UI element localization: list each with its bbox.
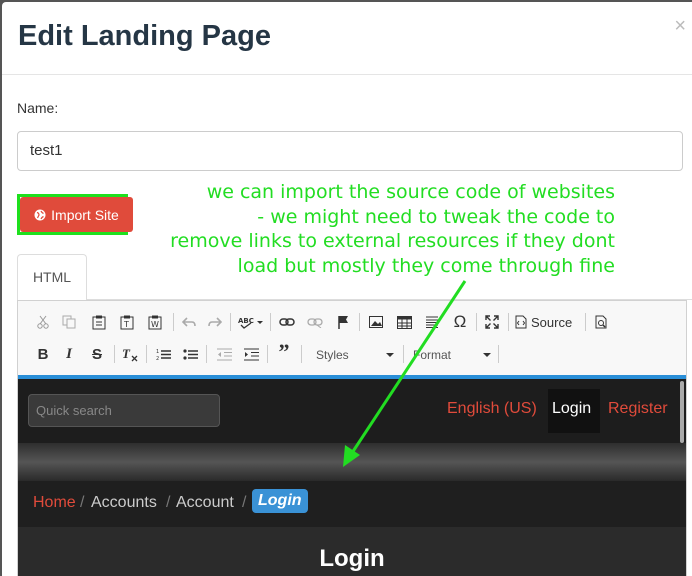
toolbar-separator: [206, 345, 207, 363]
import-site-label: Import Site: [51, 206, 119, 223]
toolbar-separator: [114, 345, 115, 363]
breadcrumb-active: Login: [252, 489, 308, 513]
svg-text:T: T: [123, 320, 129, 329]
globe-icon: [34, 209, 46, 220]
annotation-line: - we might need to tweak the code to: [257, 205, 615, 228]
quick-search-input[interactable]: Quick search: [28, 394, 220, 427]
spellcheck-icon[interactable]: ABC: [236, 311, 266, 333]
link-icon[interactable]: [276, 311, 298, 333]
image-icon[interactable]: [365, 311, 387, 333]
login-page-title: Login: [319, 545, 385, 572]
breadcrumb-account[interactable]: Account: [176, 494, 234, 512]
breadcrumb-home[interactable]: Home: [33, 494, 76, 512]
svg-text:1: 1: [156, 349, 159, 355]
table-icon[interactable]: [393, 311, 415, 333]
breadcrumb: Home / Accounts / Account / Login: [18, 481, 686, 527]
styles-dropdown[interactable]: Styles: [310, 345, 398, 365]
toolbar-separator: [508, 313, 509, 331]
name-input[interactable]: test1: [17, 131, 683, 171]
unlink-icon[interactable]: [304, 311, 326, 333]
horizontal-rule-icon[interactable]: [421, 311, 443, 333]
login-link[interactable]: Login: [552, 400, 591, 418]
numbered-list-icon[interactable]: 12: [152, 343, 174, 365]
preview-body: Login: [18, 527, 686, 576]
language-link[interactable]: English (US): [447, 400, 537, 418]
register-link[interactable]: Register: [608, 400, 668, 418]
preview-navbar: Quick search English (US) Login Register: [18, 379, 686, 443]
modal-title: Edit Landing Page: [18, 20, 271, 52]
undo-icon[interactable]: [178, 311, 200, 333]
svg-text:2: 2: [156, 356, 159, 361]
paste-icon[interactable]: [88, 311, 110, 333]
toolbar-separator: [498, 345, 499, 363]
preview-icon[interactable]: [590, 311, 612, 333]
toolbar-separator: [270, 313, 271, 331]
copy-icon[interactable]: [58, 311, 80, 333]
toolbar-separator: [267, 345, 268, 363]
bullet-list-icon[interactable]: [179, 343, 201, 365]
blockquote-icon[interactable]: ”: [273, 339, 295, 364]
special-character-icon[interactable]: Ω: [449, 311, 471, 333]
paste-word-icon[interactable]: W: [144, 311, 166, 333]
annotation-line: load but mostly they come through fine: [237, 254, 615, 277]
chevron-down-icon: [483, 353, 491, 357]
remove-format-icon[interactable]: T: [119, 343, 141, 365]
strikethrough-icon[interactable]: S: [86, 343, 108, 365]
svg-text:W: W: [151, 320, 159, 329]
bold-icon[interactable]: B: [32, 343, 54, 365]
breadcrumb-separator: /: [242, 494, 247, 511]
decrease-indent-icon[interactable]: [213, 343, 235, 365]
italic-icon[interactable]: I: [58, 343, 80, 365]
scrollbar[interactable]: [680, 381, 684, 443]
increase-indent-icon[interactable]: [240, 343, 262, 365]
chevron-down-icon: [386, 353, 394, 357]
svg-text:T: T: [122, 347, 131, 361]
editor-toolbar: T W ABC Ω Source B I S T 1 2 ” Styles Fo…: [18, 301, 686, 375]
toolbar-separator: [359, 313, 360, 331]
svg-text:ABC: ABC: [238, 317, 254, 325]
styles-label: Styles: [316, 348, 349, 362]
format-dropdown[interactable]: Format: [407, 345, 495, 365]
source-icon: [515, 315, 527, 329]
maximize-icon[interactable]: [481, 311, 503, 333]
redo-icon[interactable]: [204, 311, 226, 333]
annotation-line: we can import the source code of website…: [206, 181, 615, 203]
import-site-button[interactable]: Import Site: [20, 197, 133, 232]
annotation-line: remove links to external resources if th…: [170, 230, 615, 252]
breadcrumb-accounts[interactable]: Accounts: [91, 494, 157, 512]
name-label: Name:: [17, 100, 59, 116]
cut-icon[interactable]: [32, 311, 54, 333]
edit-landing-page-modal: Edit Landing Page × Name: test1 Import S…: [2, 2, 692, 576]
html-editor: T W ABC Ω Source B I S T 1 2 ” Styles Fo…: [17, 300, 687, 576]
toolbar-separator: [585, 313, 586, 331]
source-label: Source: [531, 314, 573, 330]
modal-header: Edit Landing Page ×: [2, 2, 692, 75]
tab-html[interactable]: HTML: [17, 254, 87, 300]
format-label: Format: [413, 348, 452, 362]
breadcrumb-separator: /: [166, 494, 171, 511]
paste-text-icon[interactable]: T: [116, 311, 138, 333]
annotation-note: we can import the source code of website…: [170, 180, 615, 278]
toolbar-separator: [146, 345, 147, 363]
anchor-flag-icon[interactable]: [332, 311, 354, 333]
close-icon[interactable]: ×: [674, 16, 686, 36]
toolbar-separator: [403, 345, 404, 363]
preview-banner: [18, 443, 686, 481]
toolbar-separator: [173, 313, 174, 331]
toolbar-separator: [230, 313, 231, 331]
toolbar-separator: [301, 345, 302, 363]
toolbar-separator: [476, 313, 477, 331]
editor-content-preview[interactable]: Quick search English (US) Login Register…: [18, 375, 686, 576]
source-button[interactable]: Source: [515, 311, 581, 333]
breadcrumb-separator: /: [80, 494, 85, 511]
